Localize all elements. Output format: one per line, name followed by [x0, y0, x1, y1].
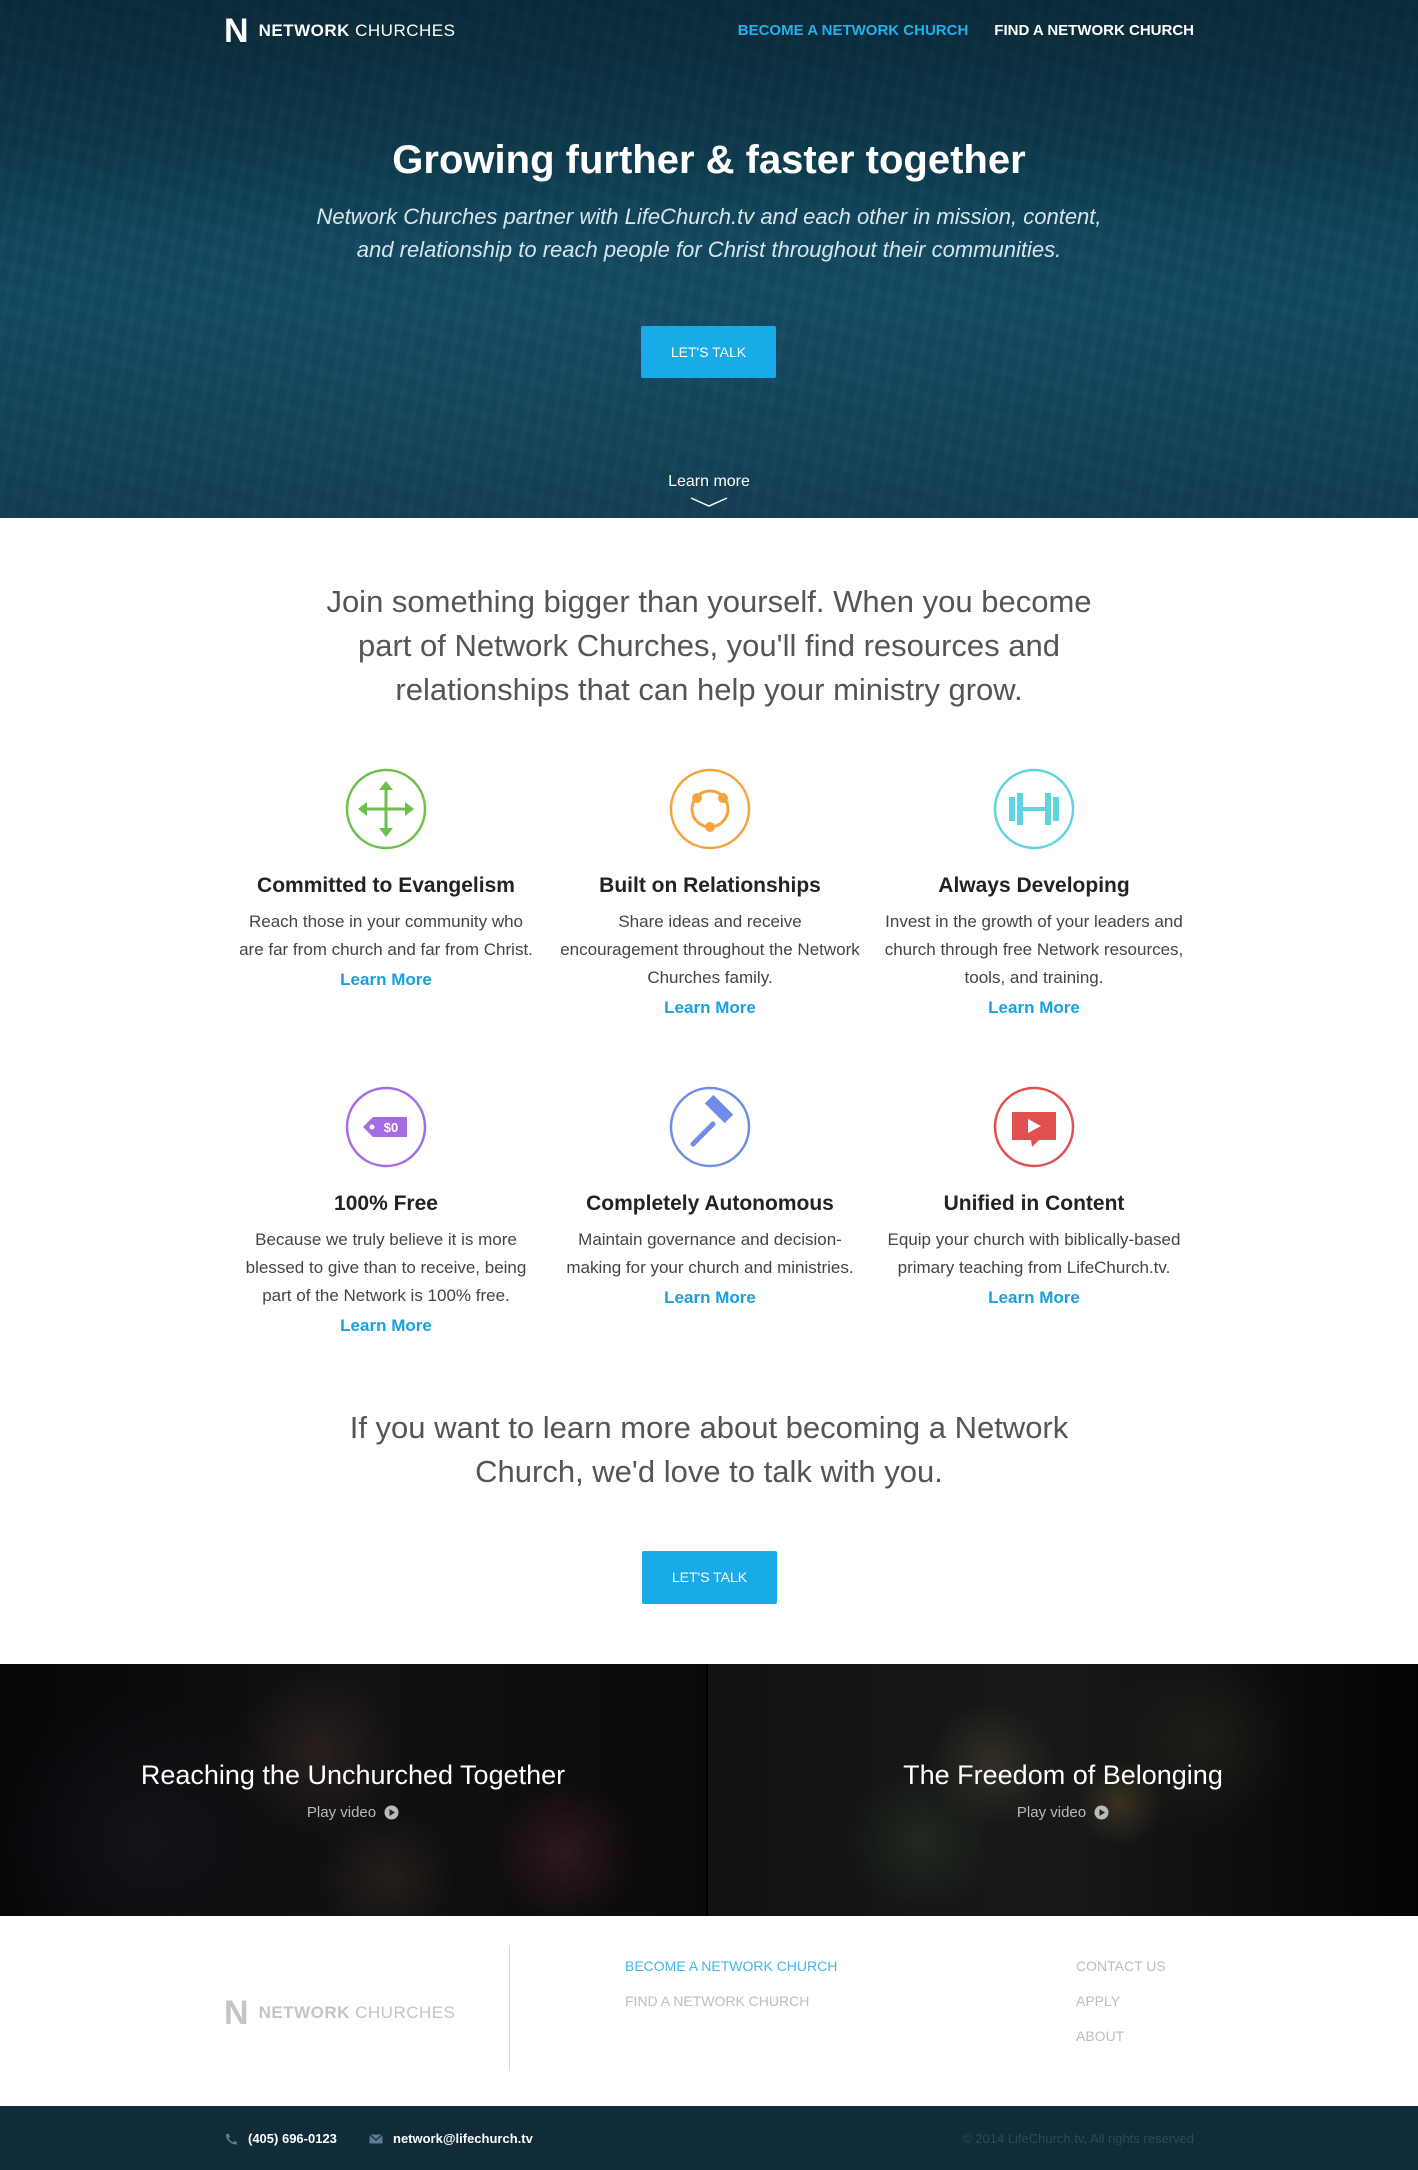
- footer-phone[interactable]: (405) 696-0123: [224, 2131, 337, 2146]
- feature-learn-more-link[interactable]: Learn More: [224, 1316, 548, 1336]
- feature-free: $0 100% Free Because we truly believe it…: [224, 1086, 548, 1364]
- dumbbell-icon: [993, 768, 1075, 850]
- intro-text: Join something bigger than yourself. Whe…: [326, 584, 1092, 707]
- logo-n-icon: N: [224, 12, 249, 50]
- video-title: Reaching the Unchurched Together: [140, 1760, 566, 1790]
- relationship-circle-icon: [669, 768, 751, 850]
- hero-title: Growing further & faster together: [392, 138, 1026, 182]
- header-logo[interactable]: N NETWORK CHURCHES: [224, 14, 455, 48]
- feature-learn-more-link[interactable]: Learn More: [548, 998, 872, 1018]
- email-address: network@lifechurch.tv: [393, 2131, 533, 2146]
- play-icon: [1094, 1805, 1109, 1820]
- footer-logo[interactable]: N NETWORK CHURCHES: [224, 1996, 455, 2030]
- video-tile-belonging[interactable]: The Freedom of Belonging Play video: [708, 1664, 1418, 1916]
- logo-text-bold: NETWORK: [258, 2003, 350, 2022]
- hero-learn-more-link[interactable]: Learn more: [0, 473, 1418, 491]
- play-icon: [384, 1805, 399, 1820]
- nav-become-network-church[interactable]: BECOME A NETWORK CHURCH: [738, 22, 969, 39]
- feature-description: Because we truly believe it is more bles…: [245, 1230, 527, 1305]
- footer-link-become[interactable]: BECOME A NETWORK CHURCH: [625, 1958, 837, 1974]
- footer-link-contact[interactable]: CONTACT US: [1076, 1958, 1166, 1974]
- footer-nav-primary: BECOME A NETWORK CHURCH FIND A NETWORK C…: [625, 1958, 837, 2009]
- logo-n-icon: N: [224, 1994, 249, 2032]
- gavel-icon: [669, 1086, 751, 1168]
- nav-find-network-church[interactable]: FIND A NETWORK CHURCH: [994, 22, 1194, 39]
- feature-title: 100% Free: [334, 1192, 438, 1215]
- hero-subtitle: Network Churches partner with LifeChurch…: [316, 204, 1102, 262]
- play-video-link[interactable]: Play video: [0, 1804, 706, 1821]
- feature-title: Built on Relationships: [599, 874, 821, 897]
- videos-section: Reaching the Unchurched Together Play vi…: [0, 1664, 1418, 1916]
- svg-text:$0: $0: [384, 1120, 398, 1135]
- play-video-label: Play video: [1016, 1804, 1087, 1821]
- feature-title: Committed to Evangelism: [257, 874, 515, 897]
- footer-email[interactable]: network@lifechurch.tv: [369, 2131, 533, 2146]
- feature-description: Invest in the growth of your leaders and…: [884, 912, 1184, 987]
- logo-text-light: CHURCHES: [355, 2003, 456, 2022]
- feature-description: Equip your church with biblically-based …: [887, 1230, 1181, 1277]
- feature-title: Completely Autonomous: [586, 1192, 834, 1215]
- footer: N NETWORK CHURCHES BECOME A NETWORK CHUR…: [0, 1916, 1418, 2106]
- feature-evangelism: Committed to Evangelism Reach those in y…: [224, 768, 548, 1046]
- price-tag-icon: $0: [345, 1086, 427, 1168]
- video-tile-reaching[interactable]: Reaching the Unchurched Together Play vi…: [0, 1664, 706, 1916]
- features-grid: Committed to Evangelism Reach those in y…: [224, 768, 1196, 1364]
- footer-divider: [509, 1945, 510, 2071]
- feature-autonomous: Completely Autonomous Maintain governanc…: [548, 1086, 872, 1364]
- copyright-text: © 2014 LifeChurch.tv, All rights reserve…: [962, 2131, 1194, 2146]
- footer-link-find[interactable]: FIND A NETWORK CHURCH: [625, 1993, 837, 2009]
- top-nav: BECOME A NETWORK CHURCH FIND A NETWORK C…: [738, 22, 1194, 39]
- feature-description: Reach those in your community who are fa…: [239, 912, 533, 959]
- feature-learn-more-link[interactable]: Learn More: [872, 1288, 1196, 1308]
- hero-lets-talk-button[interactable]: LET'S TALK: [641, 326, 776, 378]
- feature-title: Always Developing: [938, 874, 1130, 897]
- feature-title: Unified in Content: [943, 1192, 1125, 1215]
- feature-content: Unified in Content Equip your church wit…: [872, 1086, 1196, 1364]
- feature-relationships: Built on Relationships Share ideas and r…: [548, 768, 872, 1046]
- footer-link-about[interactable]: ABOUT: [1076, 2028, 1166, 2044]
- footer-nav-secondary: CONTACT US APPLY ABOUT: [1076, 1958, 1166, 2044]
- arrows-cross-icon: [345, 768, 427, 850]
- cta-text: If you want to learn more about becoming…: [349, 1410, 1069, 1489]
- video-bubble-icon: [993, 1086, 1075, 1168]
- feature-learn-more-link[interactable]: Learn More: [548, 1288, 872, 1308]
- logo-text-light: CHURCHES: [355, 21, 456, 40]
- footer-bottom-bar: (405) 696-0123 network@lifechurch.tv © 2…: [0, 2106, 1418, 2170]
- feature-description: Share ideas and receive encouragement th…: [560, 912, 860, 987]
- logo-text-bold: NETWORK: [258, 21, 350, 40]
- play-video-label: Play video: [306, 1804, 377, 1821]
- hero-section: N NETWORK CHURCHES BECOME A NETWORK CHUR…: [0, 0, 1418, 518]
- cta-lets-talk-button[interactable]: LET'S TALK: [642, 1551, 777, 1604]
- play-video-link[interactable]: Play video: [708, 1804, 1418, 1821]
- feature-learn-more-link[interactable]: Learn More: [872, 998, 1196, 1018]
- footer-link-apply[interactable]: APPLY: [1076, 1993, 1166, 2009]
- video-title: The Freedom of Belonging: [903, 1760, 1223, 1790]
- chevron-down-icon[interactable]: [690, 496, 728, 508]
- feature-learn-more-link[interactable]: Learn More: [224, 970, 548, 990]
- phone-number: (405) 696-0123: [248, 2131, 337, 2146]
- phone-icon: [225, 2133, 237, 2145]
- feature-developing: Always Developing Invest in the growth o…: [872, 768, 1196, 1046]
- mail-icon: [369, 2133, 383, 2143]
- feature-description: Maintain governance and decision-making …: [566, 1230, 854, 1277]
